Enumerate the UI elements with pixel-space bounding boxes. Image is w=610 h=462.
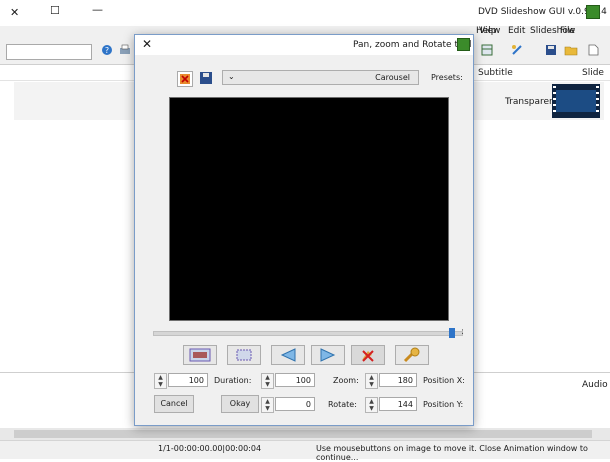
new-file-icon[interactable] <box>582 44 604 58</box>
svg-text:?: ? <box>105 46 109 55</box>
save-icon[interactable] <box>540 44 562 58</box>
column-subtitle[interactable]: Subtitle <box>478 68 513 78</box>
pan-zoom-rotate-dialog: ✕ Pan, zoom and Rotate tool ⌄ Carousel P… <box>134 34 474 426</box>
zoom-label: Zoom: <box>333 376 359 385</box>
zoom-field[interactable]: 100 <box>275 373 315 387</box>
remove-keyframe-button[interactable] <box>351 345 385 365</box>
position-y-label: Position Y: <box>423 400 464 409</box>
save-preset-icon[interactable] <box>199 71 213 85</box>
next-button[interactable] <box>311 345 345 365</box>
position-x-field[interactable]: 180 <box>379 373 417 387</box>
scrollbar-thumb[interactable] <box>14 430 592 438</box>
app-icon <box>586 5 600 19</box>
position-y-stepper[interactable]: ▲ ▼ <box>365 397 378 413</box>
status-counter: 1/1-00:00:00.00|00:00:04 <box>158 444 262 453</box>
cancel-button[interactable]: Cancel <box>154 395 194 413</box>
rotate-field[interactable]: 0 <box>275 397 315 411</box>
slide-thumbnail[interactable] <box>552 84 600 118</box>
position-x-stepper[interactable]: ▲ ▼ <box>365 373 378 389</box>
duration-stepper[interactable]: ▲ ▼ <box>154 373 167 389</box>
okay-button[interactable]: Okay <box>221 395 259 413</box>
open-folder-icon[interactable] <box>560 44 582 58</box>
menu-view[interactable]: View <box>479 26 500 36</box>
toolbar-input[interactable] <box>6 44 92 60</box>
film-frame-button[interactable] <box>183 345 217 365</box>
delete-preset-icon[interactable] <box>177 71 193 87</box>
slider-end-marker: : <box>461 327 465 337</box>
tools-icon[interactable] <box>506 44 528 58</box>
audio-label: Audio <box>582 380 608 390</box>
grid-icon[interactable] <box>476 44 498 58</box>
dialog-close-button[interactable]: ✕ <box>142 37 152 51</box>
chevron-down-icon: ⌄ <box>228 72 235 81</box>
rotate-label: Rotate: <box>328 400 357 409</box>
time-slider[interactable] <box>153 331 463 336</box>
duration-field[interactable]: 100 <box>168 373 208 387</box>
menu-slideshow[interactable]: Slideshow <box>530 26 575 36</box>
crop-frame-button[interactable] <box>227 345 261 365</box>
previous-button[interactable] <box>271 345 305 365</box>
zoom-stepper[interactable]: ▲ ▼ <box>261 373 274 389</box>
status-message: Use mousebuttons on image to move it. Cl… <box>316 444 588 462</box>
print-icon[interactable] <box>114 44 136 58</box>
preset-select[interactable]: ⌄ Carousel <box>222 70 419 85</box>
close-window-button[interactable]: ✕ <box>10 6 19 19</box>
maximize-window-button[interactable]: ☐ <box>50 4 60 17</box>
position-x-label: Position X: <box>423 376 465 385</box>
column-slide[interactable]: Slide <box>582 68 604 78</box>
rotate-stepper[interactable]: ▲ ▼ <box>261 397 274 413</box>
presets-label: Presets: <box>431 73 463 82</box>
dialog-app-icon <box>457 38 470 51</box>
position-y-field[interactable]: 144 <box>379 397 417 411</box>
duration-label: Duration: <box>214 376 252 385</box>
image-preview[interactable] <box>169 97 449 321</box>
time-slider-thumb[interactable] <box>448 328 455 338</box>
menu-edit[interactable]: Edit <box>508 26 525 36</box>
dialog-title: Pan, zoom and Rotate tool <box>353 40 472 50</box>
preset-value: Carousel <box>375 73 410 82</box>
add-keyframe-button[interactable] <box>395 345 429 365</box>
minimize-window-button[interactable]: — <box>92 3 103 16</box>
